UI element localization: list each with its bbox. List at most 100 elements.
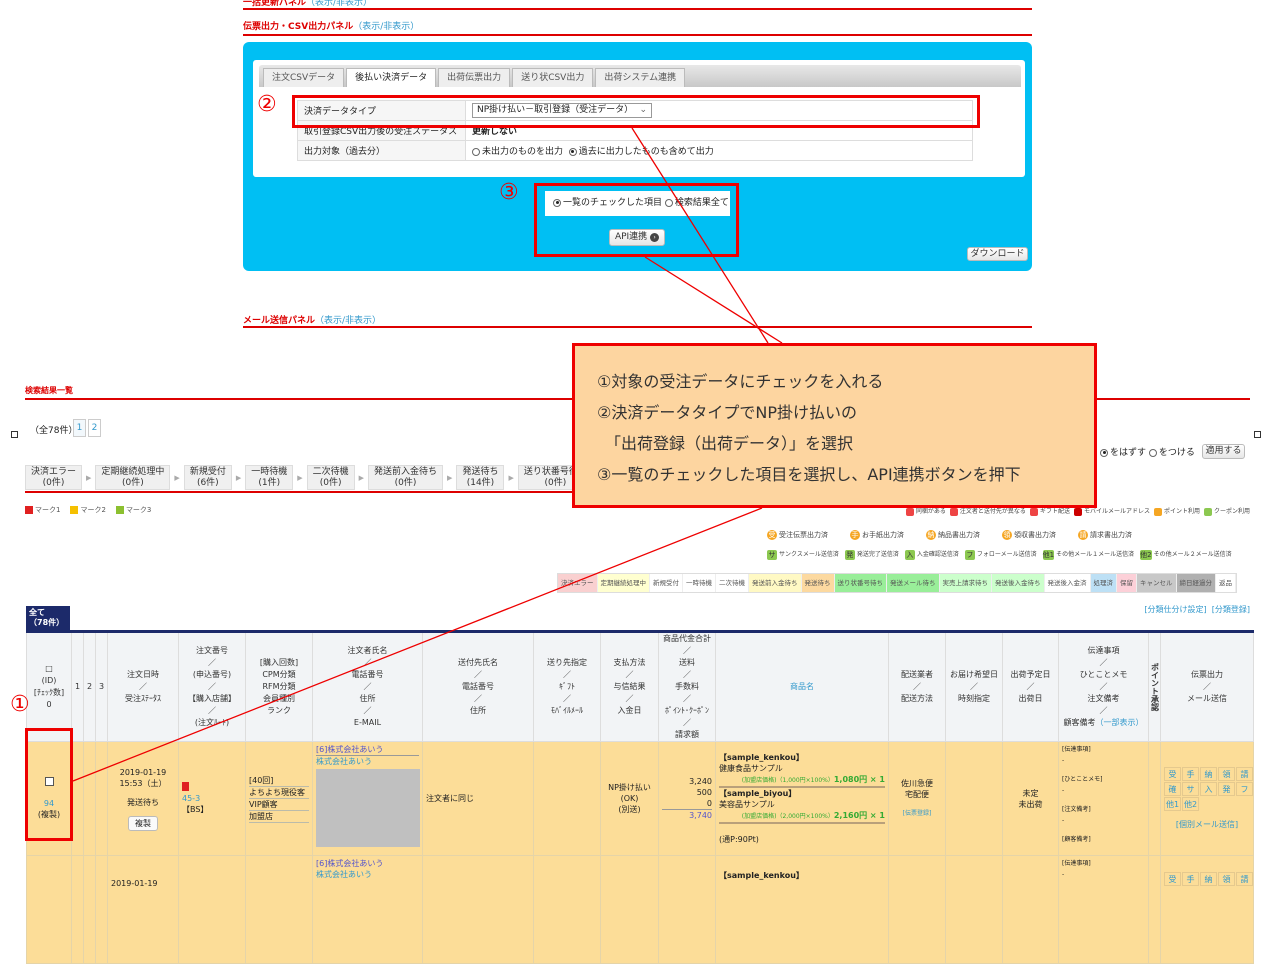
table-cell [1148, 855, 1161, 964]
radio-label: をはずす [1110, 448, 1147, 458]
toggle-link[interactable]: （表示/非表示） [353, 22, 419, 32]
header-line: 注文備考 [1087, 694, 1120, 703]
action-発[interactable]: 発 [1218, 782, 1235, 796]
status-flow-1[interactable]: 定期継続処理中 (0件) [95, 465, 171, 490]
action-確[interactable]: 確 [1164, 782, 1181, 796]
radio-add-mark[interactable] [1148, 448, 1157, 457]
header-line: 伝票出力 [1191, 670, 1223, 679]
cell-slip: 受手納領請確サ入発フ他1 他2 [個別メール送信] [1160, 741, 1254, 856]
status-flow-6[interactable]: 発送待ち (14件) [456, 465, 505, 490]
action-手[interactable]: 手 [1182, 872, 1199, 886]
action-請[interactable]: 請 [1236, 872, 1253, 886]
legend-label: 入金確認送信済 [916, 551, 959, 558]
sort-register-link[interactable]: [分類登録] [1212, 605, 1250, 614]
customer-label[interactable]: [6]株式会社あいう [316, 744, 419, 756]
header-line: 顧客備考（一部表示） [1063, 718, 1144, 727]
legend-label: 発送完了送信済 [856, 551, 899, 558]
tab-order-csv[interactable]: 注文CSVデータ [263, 68, 345, 87]
header-line: (注文ﾙｰﾄ) [194, 718, 230, 727]
customer-name-link[interactable]: 株式会社あいう [316, 869, 419, 880]
status-legend-item: 実売上請求待ち [939, 574, 992, 592]
results-title: 検索結果一覧 [25, 386, 73, 395]
status-flow-5[interactable]: 発送前入金待ち (0件) [368, 465, 444, 490]
customer-name-link[interactable]: 株式会社あいう [316, 756, 419, 767]
status-flow-4[interactable]: 二次待機 (0件) [306, 465, 355, 490]
order-date: 2019-01-19 [111, 879, 158, 888]
payment-info: (別送) [618, 805, 641, 814]
tab-all[interactable]: 全て （78件） [26, 606, 70, 631]
toggle-link[interactable]: （表示/非表示） [306, 0, 372, 8]
radio-include-past[interactable] [568, 147, 577, 156]
action-請[interactable]: 請 [1236, 767, 1253, 781]
table-cell [1002, 855, 1059, 964]
status-flow-0[interactable]: 決済エラー (0件) [25, 465, 83, 490]
annotation-3: ③ [499, 180, 519, 205]
action-フ[interactable]: フ [1236, 782, 1253, 796]
action-サ[interactable]: サ [1182, 782, 1199, 796]
header-ship_date: 出荷予定日 ／ 出荷日 [1002, 631, 1059, 742]
apply-button[interactable]: 適用する [1202, 444, 1245, 459]
tab-shipping-slip[interactable]: 出荷伝票出力 [438, 68, 511, 87]
download-button[interactable]: ダウンロード [967, 247, 1028, 261]
copy-button[interactable]: 複製 [128, 815, 158, 831]
arrow-right-icon: ▶ [508, 473, 514, 482]
callout-line: ①対象の受注データにチェックを入れる [597, 372, 884, 391]
checkbox[interactable] [1254, 431, 1261, 438]
sort-settings-link[interactable]: [分類仕分け設定] [1144, 605, 1206, 614]
radio-remove-mark[interactable] [1100, 448, 1108, 457]
legend-icon: 納 [926, 530, 936, 540]
action-手[interactable]: 手 [1182, 767, 1199, 781]
order-number-link[interactable]: 45-3 [182, 793, 242, 804]
tab-shipping-system[interactable]: 出荷システム連携 [595, 68, 686, 87]
mark-3[interactable]: マーク3 [115, 505, 151, 515]
action-他1[interactable]: 他1 [1164, 797, 1181, 811]
notes-partial-link[interactable]: （一部表示） [1096, 718, 1144, 727]
legend-item: 発発送完了送信済 [844, 549, 899, 560]
header-line: [ﾁｪｯｸ数] [33, 688, 65, 697]
cell-m3 [95, 741, 108, 856]
individual-mail-link[interactable]: [個別メール送信] [1164, 819, 1250, 830]
legend-item: 請請求書出力済 [1078, 530, 1132, 540]
slip-register-link[interactable]: [伝票登録] [892, 808, 942, 819]
page-1[interactable]: 1 [73, 419, 86, 437]
status-flow-2[interactable]: 新規受付 (6件) [183, 465, 232, 490]
header-line: ／ [474, 694, 482, 703]
action-受[interactable]: 受 [1164, 872, 1181, 886]
action-領[interactable]: 領 [1218, 767, 1235, 781]
arrow-right-icon: ▶ [358, 473, 365, 482]
radio-unoutput[interactable] [472, 147, 480, 156]
header-point: ポイント承認 [1148, 631, 1161, 742]
action-受[interactable]: 受 [1164, 767, 1181, 781]
header-line: (申込番号) [192, 670, 232, 679]
action-入[interactable]: 入 [1200, 782, 1217, 796]
toggle-link[interactable]: （表示/非表示） [315, 316, 381, 326]
status-flow-3[interactable]: 一時待機 (1件) [245, 465, 294, 490]
action-納[interactable]: 納 [1200, 872, 1217, 886]
mail-panel-title: メール送信パネル（表示/非表示） [243, 313, 381, 326]
header-rank: [購入回数] CPM分類 RFM分類 会員種別 ランク [245, 631, 313, 742]
table-cell [422, 855, 534, 964]
status-color-legend: 決済エラー 定期継続処理中 新規受付 一時待機 二次待機 発送前入金待ち 発送待ち 送り状番号… [557, 573, 1237, 593]
title: 伝票出力・CSV出力パネル [243, 22, 354, 32]
legend-item: フフォローメール送信済 [964, 549, 1037, 560]
select-all-checkbox[interactable] [11, 431, 18, 438]
header-mark1: 1 [71, 631, 84, 742]
legend-label: 納品書出力済 [938, 531, 980, 539]
header-line: ﾎﾟｲﾝﾄ･ｸｰﾎﾟﾝ [665, 706, 709, 715]
action-納[interactable]: 納 [1200, 767, 1217, 781]
page-2[interactable]: 2 [88, 419, 101, 437]
check-all-checkbox[interactable]: □ [27, 663, 71, 675]
arrow-right-icon: ▶ [297, 473, 303, 482]
action-領[interactable]: 領 [1218, 872, 1235, 886]
action-grid: 受手納領請確サ入発フ他1 他2 [1164, 767, 1254, 811]
cell-m1 [71, 741, 84, 856]
tab-deferred-payment[interactable]: 後払い決済データ [346, 68, 437, 87]
mark-2[interactable]: マーク2 [70, 505, 106, 515]
instruction-callout: ①対象の受注データにチェックを入れる ②決済データタイプでNP掛け払いの 「出荷… [572, 343, 1097, 508]
mark-1[interactable]: マーク1 [25, 505, 60, 515]
tab-invoice-csv[interactable]: 送り状CSV出力 [512, 68, 594, 87]
header-line: 支払方法 [613, 658, 646, 667]
action-他2[interactable]: 他2 [1182, 797, 1199, 811]
header-line: ／ [683, 718, 691, 727]
status-legend-item: 発送後入金済 [1044, 574, 1091, 592]
